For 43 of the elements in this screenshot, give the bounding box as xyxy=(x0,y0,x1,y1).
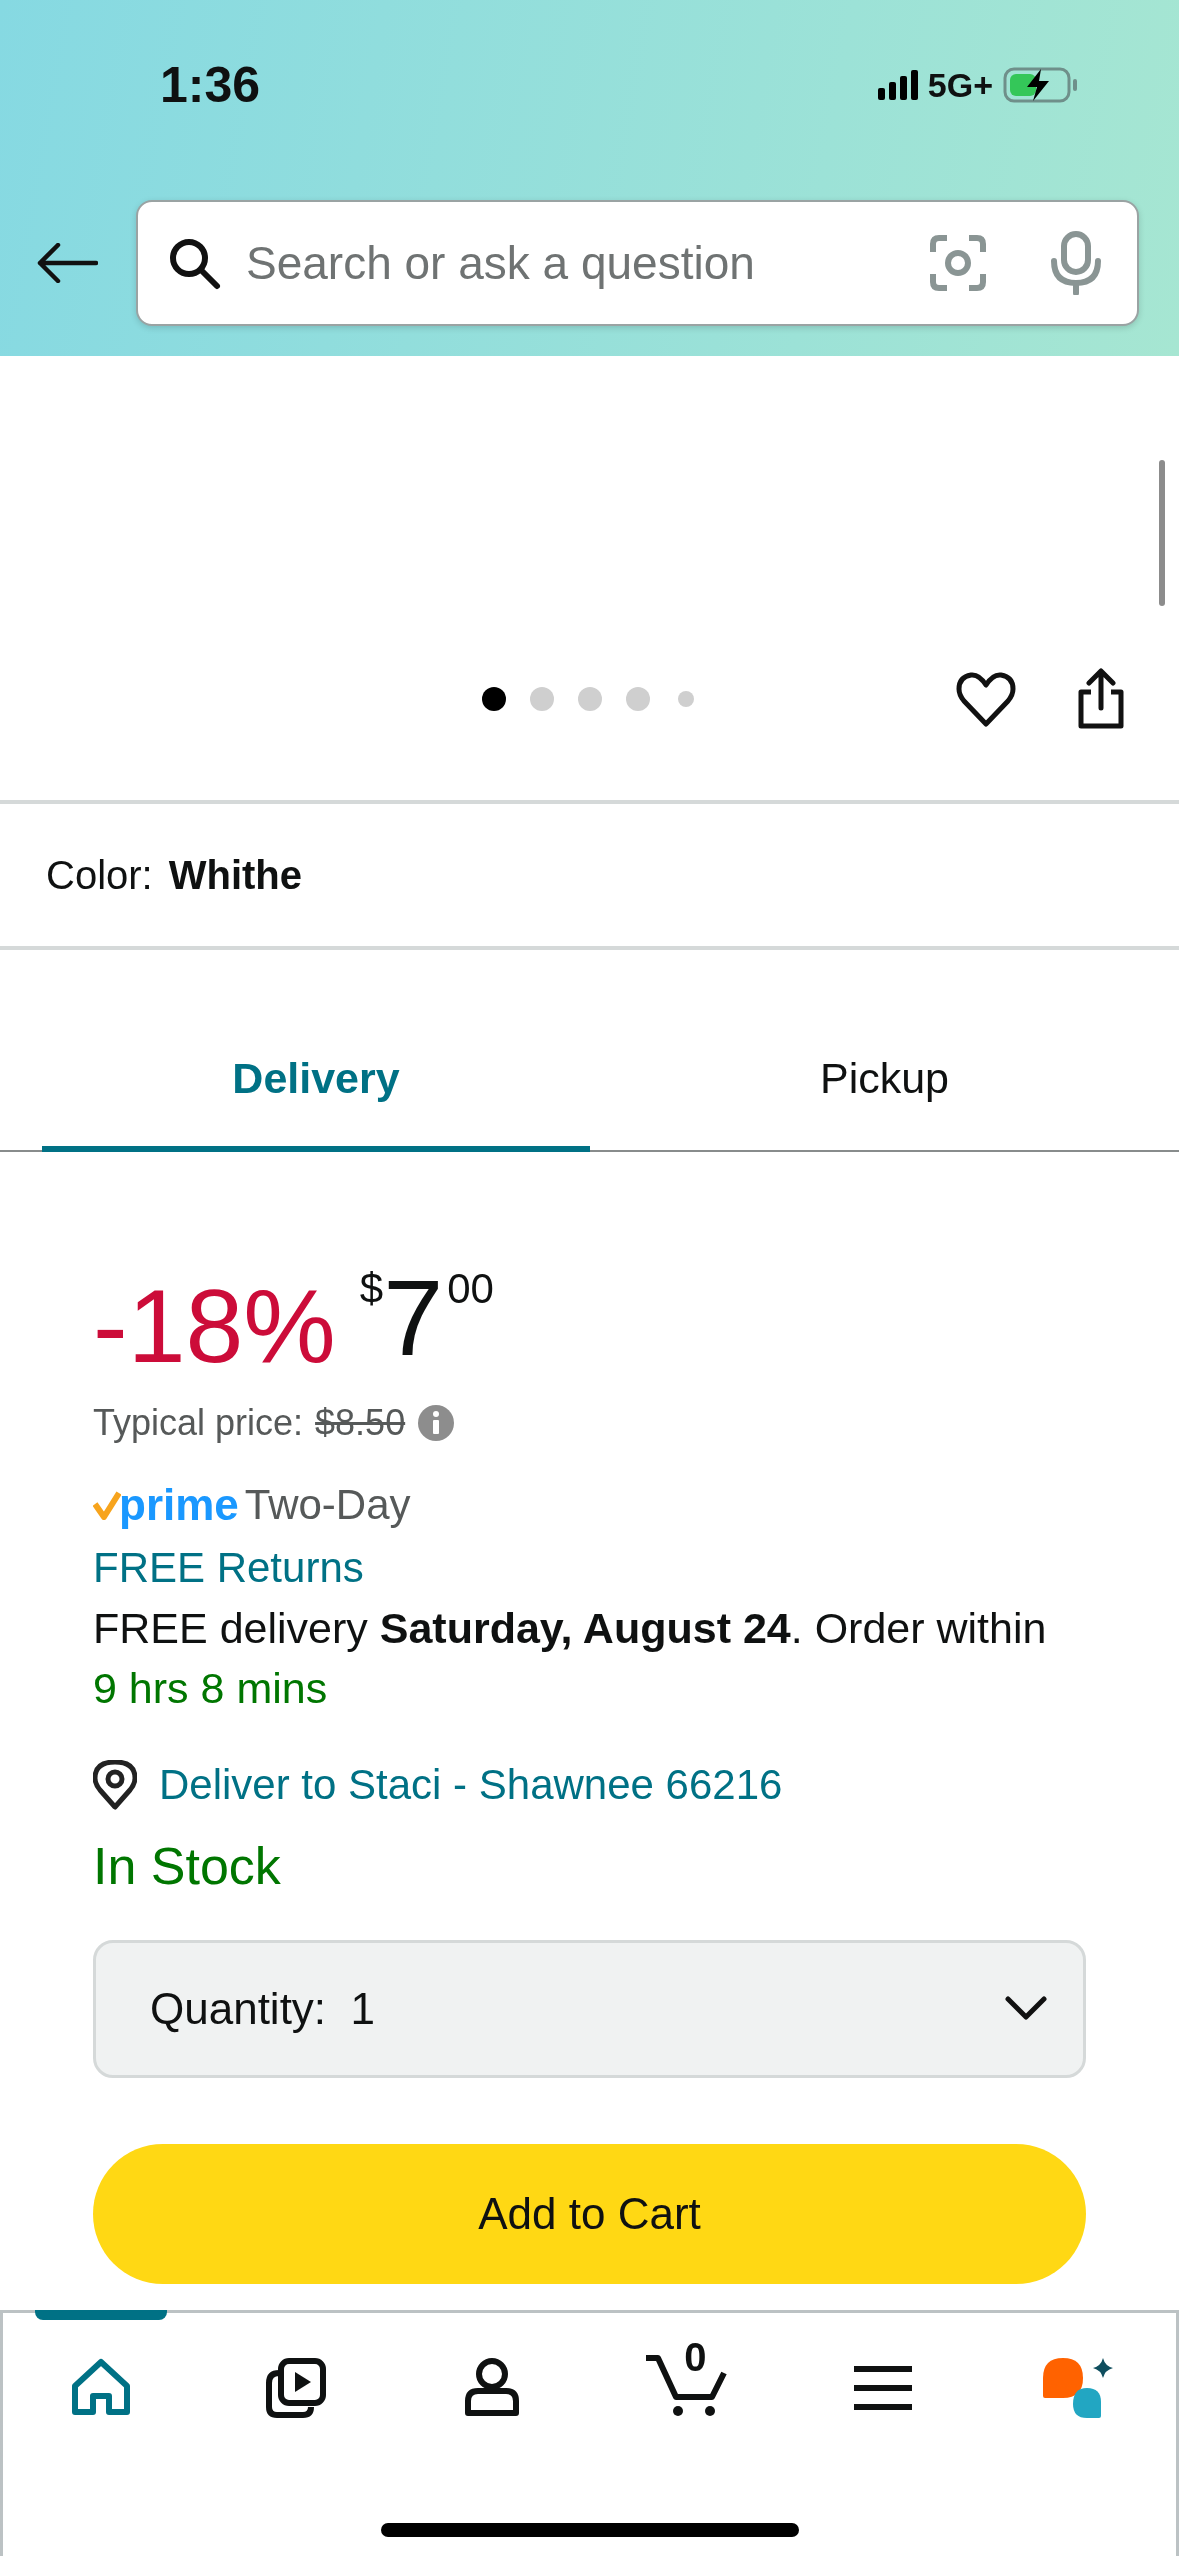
order-countdown: 9 hrs 8 mins xyxy=(93,1663,329,1714)
heart-icon[interactable] xyxy=(955,671,1017,727)
color-value: Whithe xyxy=(168,852,302,898)
microphone-icon[interactable] xyxy=(1049,231,1103,295)
discount-percent: -18% xyxy=(93,1274,336,1378)
fulfillment-tab[interactable]: Pickup xyxy=(590,950,1179,1152)
carousel-dot[interactable] xyxy=(530,687,554,711)
search-bar[interactable]: Search or ask a question xyxy=(136,200,1139,326)
stock-status: In Stock xyxy=(93,1836,282,1896)
info-icon[interactable] xyxy=(417,1404,456,1442)
person-icon[interactable] xyxy=(463,2357,520,2419)
fulfillment-tab[interactable]: Delivery xyxy=(42,950,590,1152)
status-time: 1:36 xyxy=(160,56,261,114)
carousel-dot[interactable] xyxy=(678,691,694,707)
deliver-to-link[interactable]: Deliver to Staci - Shawnee 66216 xyxy=(159,1761,783,1809)
prime-logo: prime xyxy=(119,1480,239,1530)
signal-icon xyxy=(877,70,918,100)
typical-price-label: Typical price: xyxy=(93,1402,304,1444)
back-arrow-icon[interactable] xyxy=(36,243,98,283)
search-field[interactable]: Search or ask a question xyxy=(244,235,907,291)
home-icon[interactable] xyxy=(70,2358,131,2418)
menu-icon[interactable] xyxy=(853,2365,912,2411)
camera-scan-icon[interactable] xyxy=(929,234,987,292)
quantity-dropdown[interactable]: Quantity: 1 xyxy=(93,1940,1086,2078)
carousel-dot[interactable] xyxy=(626,687,650,711)
color-label: Color: xyxy=(46,852,153,898)
cart-count: 0 xyxy=(684,2335,707,2380)
price-whole: 7 xyxy=(383,1264,444,1372)
delivery-speed: Two-Day xyxy=(244,1481,411,1529)
price-cents: 00 xyxy=(447,1268,494,1310)
carousel-dot[interactable] xyxy=(578,687,602,711)
delivery-date-text: FREE delivery Saturday, August 24. Order within xyxy=(93,1604,1047,1652)
typical-price: $8.50 xyxy=(315,1402,406,1444)
network-label: 5G+ xyxy=(927,65,993,105)
free-returns-link[interactable]: FREE Returns xyxy=(93,1538,1086,1598)
check-icon xyxy=(93,1490,121,1520)
battery-charging-icon xyxy=(1003,67,1079,103)
carousel-dot[interactable] xyxy=(482,687,506,711)
chevron-down-icon xyxy=(1005,1996,1047,2022)
add-to-cart-button[interactable]: Add to Cart xyxy=(93,2144,1086,2284)
currency-symbol: $ xyxy=(359,1268,384,1310)
location-pin-icon xyxy=(93,1760,137,1810)
video-library-icon[interactable] xyxy=(265,2357,328,2419)
